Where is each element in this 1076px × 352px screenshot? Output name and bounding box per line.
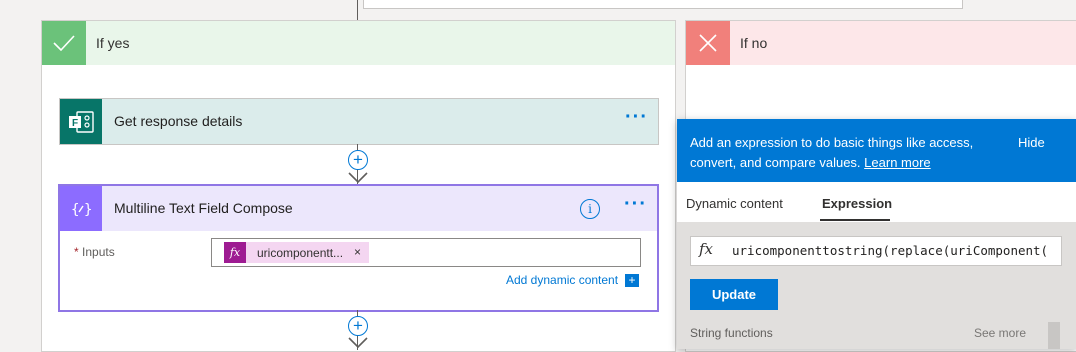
learn-more-link[interactable]: Learn more: [864, 155, 930, 170]
update-button[interactable]: Update: [690, 279, 778, 310]
required-marker: *: [74, 245, 79, 259]
add-dynamic-content-icon[interactable]: +: [625, 274, 639, 287]
expression-area: fx uricomponenttostring(replace(uriCompo…: [677, 222, 1076, 349]
close-icon: [686, 21, 730, 65]
tab-expression[interactable]: Expression: [822, 196, 892, 211]
dynamic-content-popup: Add an expression to do basic things lik…: [677, 119, 1076, 349]
arrow-down-icon: [348, 337, 368, 349]
get-response-details-card[interactable]: F Get response details ···: [59, 98, 659, 145]
forms-icon: F: [60, 99, 102, 144]
arrow-down-icon: [348, 172, 368, 184]
expression-text: uricomponenttostring(replace(uriComponen…: [732, 243, 1049, 258]
checkmark-icon: [42, 21, 86, 65]
card-title: Multiline Text Field Compose: [114, 200, 293, 216]
if-no-header: If no: [686, 21, 1076, 65]
remove-token-icon[interactable]: ×: [354, 245, 361, 259]
info-icon[interactable]: i: [580, 199, 600, 219]
inputs-label: * Inputs: [74, 245, 115, 259]
svg-text:{: {: [71, 202, 79, 218]
card-title: Get response details: [114, 113, 243, 129]
compose-icon: { }: [60, 186, 102, 231]
hide-button[interactable]: Hide: [1018, 135, 1045, 150]
more-options-icon[interactable]: ···: [625, 107, 648, 127]
compose-header[interactable]: { } Multiline Text Field Compose i ···: [60, 186, 657, 231]
string-functions-heading: String functions: [690, 326, 773, 340]
expression-input[interactable]: fx uricomponenttostring(replace(uriCompo…: [690, 236, 1062, 266]
active-tab-indicator: [820, 219, 890, 221]
if-no-label: If no: [740, 35, 768, 51]
compose-card[interactable]: { } Multiline Text Field Compose i ··· *…: [58, 184, 659, 312]
expression-token[interactable]: fx uricomponentt... ×: [224, 242, 369, 263]
more-options-icon[interactable]: ···: [624, 194, 647, 214]
tab-dynamic-content[interactable]: Dynamic content: [686, 196, 783, 211]
inputs-field[interactable]: fx uricomponentt... ×: [211, 238, 641, 267]
fx-icon: fx: [224, 242, 246, 263]
banner-text: Add an expression to do basic things lik…: [690, 133, 1000, 173]
inputs-label-text: Inputs: [82, 245, 115, 259]
add-step-button[interactable]: +: [348, 316, 368, 336]
expression-info-banner: Add an expression to do basic things lik…: [677, 119, 1076, 182]
banner-description: Add an expression to do basic things lik…: [690, 135, 974, 170]
connector-line: [357, 0, 358, 20]
scrollbar[interactable]: [1048, 322, 1060, 349]
add-dynamic-content-link[interactable]: Add dynamic content: [506, 273, 618, 287]
see-more-link[interactable]: See more: [974, 326, 1026, 340]
add-step-button[interactable]: +: [348, 150, 368, 170]
if-yes-header: If yes: [42, 21, 675, 65]
svg-text:F: F: [72, 118, 78, 129]
if-yes-label: If yes: [96, 35, 130, 51]
previous-step-input[interactable]: [363, 0, 963, 9]
svg-text:}: }: [84, 202, 92, 218]
fx-icon: fx: [699, 240, 714, 258]
token-text: uricomponentt...: [257, 246, 344, 260]
